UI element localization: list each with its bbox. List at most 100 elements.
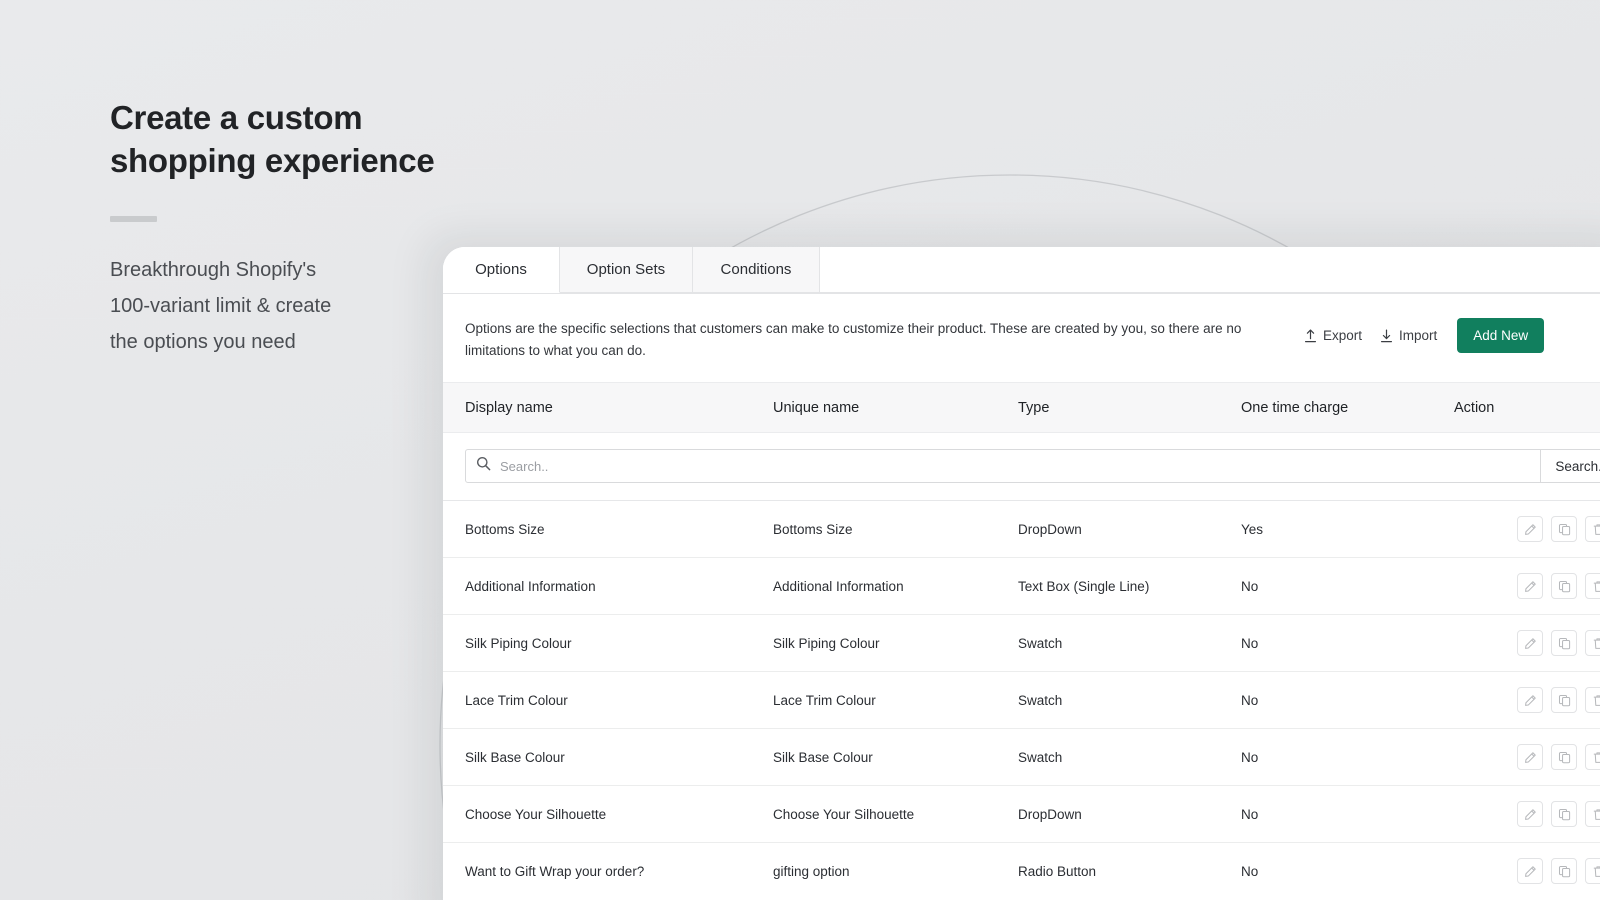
pencil-icon [1524, 637, 1537, 650]
tab-bar: Options Option Sets Conditions [443, 247, 1600, 294]
delete-row-button[interactable] [1585, 858, 1600, 884]
pencil-icon [1524, 694, 1537, 707]
table-row[interactable]: Silk Piping Colour Silk Piping Colour Sw… [443, 614, 1600, 671]
search-submit-button[interactable]: Search.. [1541, 449, 1600, 483]
duplicate-icon [1558, 694, 1571, 707]
edit-row-button[interactable] [1517, 573, 1543, 599]
trash-icon [1592, 580, 1600, 593]
page-subtitle-line-2: 100-variant limit & create [110, 295, 332, 317]
cell-unique-name: Bottoms Size [773, 521, 853, 537]
cell-unique-name: gifting option [773, 863, 850, 879]
import-button-label: Import [1399, 328, 1438, 343]
table-row[interactable]: Additional Information Additional Inform… [443, 557, 1600, 614]
trash-icon [1592, 523, 1600, 536]
edit-row-button[interactable] [1517, 630, 1543, 656]
duplicate-row-button[interactable] [1551, 516, 1577, 542]
search-input[interactable] [500, 458, 1530, 474]
cell-type: DropDown [1018, 521, 1082, 537]
table-row[interactable]: Lace Trim Colour Lace Trim Colour Swatch… [443, 671, 1600, 728]
pencil-icon [1524, 865, 1537, 878]
tab-options-label: Options [475, 260, 527, 278]
search-field-wrapper[interactable] [465, 449, 1541, 483]
duplicate-row-button[interactable] [1551, 801, 1577, 827]
delete-row-button[interactable] [1585, 687, 1600, 713]
download-arrow-icon [1380, 329, 1393, 343]
delete-row-button[interactable] [1585, 744, 1600, 770]
duplicate-row-button[interactable] [1551, 630, 1577, 656]
cell-unique-name: Additional Information [773, 578, 904, 594]
upload-arrow-icon [1304, 329, 1317, 343]
title-divider [110, 216, 157, 222]
search-icon [476, 456, 491, 476]
cell-display-name: Lace Trim Colour [465, 692, 568, 708]
cell-type: DropDown [1018, 806, 1082, 822]
table-row[interactable]: Choose Your Silhouette Choose Your Silho… [443, 785, 1600, 842]
tab-options[interactable]: Options [443, 247, 560, 293]
table-row[interactable]: Want to Gift Wrap your order? gifting op… [443, 842, 1600, 899]
import-button[interactable]: Import [1371, 322, 1446, 349]
cell-display-name: Silk Base Colour [465, 749, 565, 765]
duplicate-icon [1558, 637, 1571, 650]
column-header-one-time-charge: One time charge [1241, 399, 1349, 416]
page-subtitle-line-3: the options you need [110, 331, 296, 353]
description-toolbar-row: Options are the specific selections that… [443, 294, 1600, 382]
tab-conditions[interactable]: Conditions [693, 247, 820, 293]
cell-one-time-charge: No [1241, 863, 1259, 879]
duplicate-row-button[interactable] [1551, 744, 1577, 770]
page-subtitle: Breakthrough Shopify's 100-variant limit… [110, 252, 420, 360]
cell-type: Swatch [1018, 635, 1063, 651]
delete-row-button[interactable] [1585, 573, 1600, 599]
tab-bar-filler [820, 247, 1600, 293]
export-button-label: Export [1323, 328, 1363, 343]
duplicate-row-button[interactable] [1551, 573, 1577, 599]
page-title-line-2: shopping experience [110, 142, 435, 179]
cell-one-time-charge: No [1241, 578, 1259, 594]
cell-display-name: Want to Gift Wrap your order? [465, 863, 645, 879]
table-row[interactable]: Silk Base Colour Silk Base Colour Swatch… [443, 728, 1600, 785]
cell-one-time-charge: No [1241, 635, 1259, 651]
duplicate-row-button[interactable] [1551, 687, 1577, 713]
table-search-row: Search.. [443, 433, 1600, 500]
duplicate-icon [1558, 580, 1571, 593]
cell-display-name: Silk Piping Colour [465, 635, 572, 651]
tab-option-sets-label: Option Sets [586, 260, 666, 278]
add-new-button[interactable]: Add New [1457, 318, 1545, 353]
cell-type: Swatch [1018, 749, 1063, 765]
edit-row-button[interactable] [1517, 858, 1543, 884]
row-action-buttons [1454, 858, 1600, 884]
page-subtitle-line-1: Breakthrough Shopify's [110, 259, 317, 281]
options-table: Display name Unique name Type One time c… [443, 382, 1600, 899]
trash-icon [1592, 808, 1600, 821]
tab-option-sets[interactable]: Option Sets [560, 247, 693, 293]
edit-row-button[interactable] [1517, 687, 1543, 713]
cell-one-time-charge: No [1241, 692, 1259, 708]
edit-row-button[interactable] [1517, 801, 1543, 827]
toolbar-actions: Export Import Add New [1295, 316, 1545, 353]
row-action-buttons [1454, 801, 1600, 827]
edit-row-button[interactable] [1517, 744, 1543, 770]
delete-row-button[interactable] [1585, 630, 1600, 656]
duplicate-row-button[interactable] [1551, 858, 1577, 884]
cell-one-time-charge: No [1241, 806, 1259, 822]
table-header-row: Display name Unique name Type One time c… [443, 382, 1600, 433]
table-body: Bottoms Size Bottoms Size DropDown Yes A… [443, 500, 1600, 899]
cell-unique-name: Lace Trim Colour [773, 692, 876, 708]
cell-unique-name: Silk Piping Colour [773, 635, 880, 651]
cell-type: Text Box (Single Line) [1018, 578, 1150, 594]
edit-row-button[interactable] [1517, 516, 1543, 542]
cell-display-name: Bottoms Size [465, 521, 545, 537]
pencil-icon [1524, 751, 1537, 764]
pencil-icon [1524, 523, 1537, 536]
row-action-buttons [1454, 687, 1600, 713]
pencil-icon [1524, 580, 1537, 593]
export-button[interactable]: Export [1295, 322, 1371, 349]
column-header-unique-name: Unique name [773, 399, 860, 416]
table-row[interactable]: Bottoms Size Bottoms Size DropDown Yes [443, 500, 1600, 557]
cell-type: Radio Button [1018, 863, 1097, 879]
delete-row-button[interactable] [1585, 516, 1600, 542]
cell-display-name: Choose Your Silhouette [465, 806, 607, 822]
app-card: Options Option Sets Conditions Options a… [443, 247, 1600, 900]
pencil-icon [1524, 808, 1537, 821]
trash-icon [1592, 637, 1600, 650]
delete-row-button[interactable] [1585, 801, 1600, 827]
